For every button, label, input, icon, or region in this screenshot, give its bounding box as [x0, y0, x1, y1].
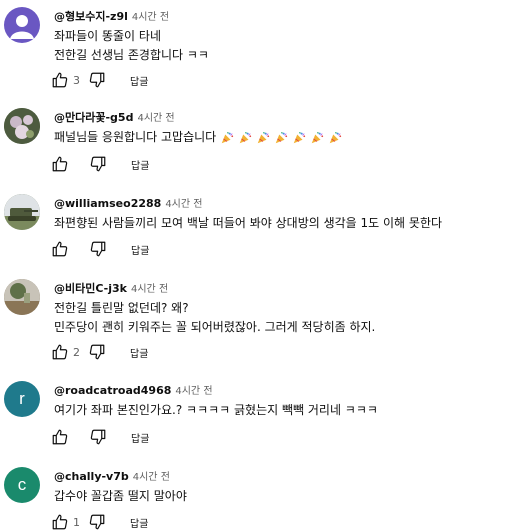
comment-header: @비타민C-j3k 4시간 전 — [54, 279, 168, 298]
avatar-letter: r — [19, 389, 25, 408]
thumbs-down-icon — [89, 72, 105, 88]
dislike-button[interactable] — [88, 71, 106, 89]
comment-time[interactable]: 4시간 전 — [175, 386, 212, 397]
comment-author[interactable]: @비타민C-j3k — [54, 282, 127, 295]
like-button[interactable] — [51, 428, 69, 446]
like-count: 3 — [73, 73, 80, 87]
party-popper-icon — [221, 131, 234, 143]
like-button[interactable] — [51, 513, 69, 531]
thumbs-up-icon — [52, 429, 68, 445]
comment-line: 전한길 선생님 존경합니다 ㅋㅋ — [54, 48, 209, 62]
comment-time[interactable]: 4시간 전 — [165, 199, 202, 210]
comment-line: 좌파들이 똥줄이 타네 — [54, 29, 161, 43]
like-button[interactable] — [51, 155, 69, 173]
comment-time[interactable]: 4시간 전 — [132, 12, 169, 23]
thumbs-down-icon — [90, 156, 106, 172]
comment-header: @형보수지-z9l 4시간 전 — [54, 7, 169, 26]
comment-actions: 2 답글 — [51, 342, 148, 362]
comment-header: @roadcatroad4968 4시간 전 — [54, 381, 213, 400]
thumbs-up-icon — [52, 241, 68, 257]
tank-photo-icon — [4, 194, 40, 230]
reply-button[interactable]: 답글 — [130, 515, 148, 530]
comment-line: 여기가 좌파 본진인가요.? ㅋㅋㅋㅋ 긁혔는지 빽빽 거리네 ㅋㅋㅋ — [54, 403, 378, 417]
comment-author[interactable]: @형보수지-z9l — [54, 10, 128, 23]
comment-author[interactable]: @chally-v7b — [54, 470, 129, 483]
party-popper-icon — [257, 131, 270, 143]
like-count: 1 — [73, 515, 80, 529]
thumbs-down-icon — [89, 514, 105, 530]
comment-text: 좌편향된 사람들끼리 모여 백날 떠들어 봐야 상대방의 생각을 1도 이해 못… — [54, 214, 442, 233]
reply-button[interactable]: 답글 — [131, 242, 149, 257]
like-button[interactable] — [51, 240, 69, 258]
avatar[interactable] — [4, 279, 40, 315]
comment-header: @chally-v7b 4시간 전 — [54, 467, 170, 486]
comment-time[interactable]: 4시간 전 — [131, 284, 168, 295]
like-button[interactable] — [51, 343, 69, 361]
comment-actions: 답글 — [51, 154, 149, 174]
comment-text: 전한길 틀린말 없던데? 왜? 민주당이 괜히 키워주는 꼴 되어버렸잖아. 그… — [54, 299, 375, 337]
avatar[interactable] — [4, 194, 40, 230]
like-count: 2 — [73, 345, 80, 359]
comment-text: 좌파들이 똥줄이 타네 전한길 선생님 존경합니다 ㅋㅋ — [54, 27, 209, 65]
dislike-button[interactable] — [89, 428, 107, 446]
comment-actions: 답글 — [51, 239, 149, 259]
comment-header: @williamseo2288 4시간 전 — [54, 194, 202, 213]
flower-photo-icon — [4, 108, 40, 144]
dislike-button[interactable] — [88, 343, 106, 361]
comment-author[interactable]: @roadcatroad4968 — [54, 384, 171, 397]
avatar[interactable]: r — [4, 381, 40, 417]
comment-line: 좌편향된 사람들끼리 모여 백날 떠들어 봐야 상대방의 생각을 1도 이해 못… — [54, 216, 443, 230]
comment-actions: 3 답글 — [51, 70, 148, 90]
thumbs-up-icon — [52, 344, 68, 360]
person-silhouette-icon — [10, 15, 34, 39]
landscape-photo-icon — [4, 279, 40, 315]
avatar-letter: c — [17, 475, 27, 494]
reply-button[interactable]: 답글 — [130, 73, 148, 88]
party-popper-icon — [293, 131, 306, 143]
comment-line: 민주당이 괜히 키워주는 꼴 되어버렸잖아. 그러게 적당히좀 하지. — [54, 320, 376, 334]
thumbs-up-icon — [52, 72, 68, 88]
like-button[interactable] — [51, 71, 69, 89]
party-popper-icon — [239, 131, 252, 143]
thumbs-down-icon — [89, 344, 105, 360]
comment-header: @만다라꽃-g5d 4시간 전 — [54, 108, 175, 127]
comment-text: 여기가 좌파 본진인가요.? ㅋㅋㅋㅋ 긁혔는지 빽빽 거리네 ㅋㅋㅋ — [54, 401, 378, 420]
avatar[interactable] — [4, 108, 40, 144]
reply-button[interactable]: 답글 — [131, 157, 149, 172]
party-popper-icon — [275, 131, 288, 143]
comment-line: 갑수야 꼴갑좀 떨지 말아야 — [54, 489, 187, 503]
thumbs-up-icon — [52, 514, 68, 530]
comment-actions: 1 답글 — [51, 512, 148, 532]
comment-author[interactable]: @williamseo2288 — [54, 197, 161, 210]
comment-author[interactable]: @만다라꽃-g5d — [54, 111, 133, 124]
thumbs-down-icon — [90, 429, 106, 445]
comment-actions: 답글 — [51, 427, 149, 447]
comment-line: 패널님들 응원합니다 고맙습니다 — [54, 130, 217, 144]
reply-button[interactable]: 답글 — [130, 345, 148, 360]
comment-time[interactable]: 4시간 전 — [133, 472, 170, 483]
reply-button[interactable]: 답글 — [131, 430, 149, 445]
comment-time[interactable]: 4시간 전 — [137, 113, 174, 124]
party-popper-icon — [329, 131, 342, 143]
comment-line: 전한길 틀린말 없던데? 왜? — [54, 301, 189, 315]
party-popper-icon — [311, 131, 324, 143]
avatar[interactable]: c — [4, 467, 40, 503]
dislike-button[interactable] — [89, 155, 107, 173]
thumbs-down-icon — [90, 241, 106, 257]
comment-text: 패널님들 응원합니다 고맙습니다 — [54, 128, 346, 147]
avatar[interactable] — [4, 7, 40, 43]
emoji-row — [220, 131, 346, 145]
comment-text: 갑수야 꼴갑좀 떨지 말아야 — [54, 487, 187, 506]
thumbs-up-icon — [52, 156, 68, 172]
dislike-button[interactable] — [88, 513, 106, 531]
dislike-button[interactable] — [89, 240, 107, 258]
